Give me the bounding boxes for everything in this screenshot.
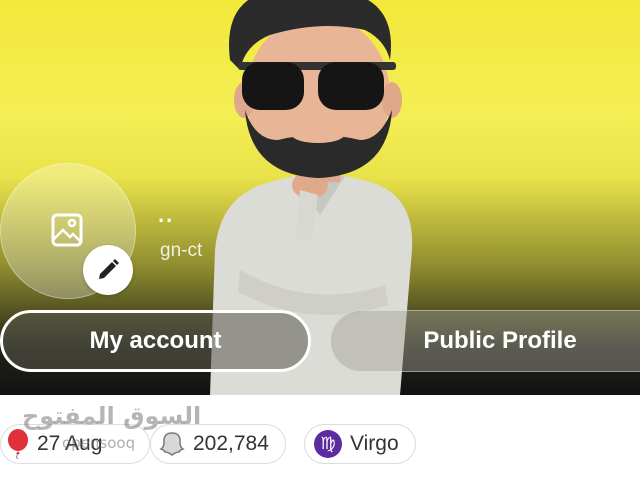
public-profile-button[interactable]: Public Profile	[330, 310, 640, 372]
watermark-logo-subtext: opensooq	[62, 434, 136, 452]
username: gn-ct	[160, 240, 203, 261]
balloon-icon	[8, 429, 28, 459]
image-icon	[51, 213, 83, 247]
snap-score-text: 202,784	[193, 432, 269, 455]
ghost-icon	[159, 432, 185, 456]
snap-score-chip[interactable]: 202,784	[150, 424, 286, 464]
virgo-icon: ♍	[314, 430, 342, 458]
edit-photo-button[interactable]	[83, 245, 133, 295]
profile-header: .. gn-ct My account Public Profile	[0, 0, 640, 395]
zodiac-text: Virgo	[350, 432, 399, 455]
pencil-icon	[99, 259, 119, 279]
my-account-button[interactable]: My account	[0, 310, 311, 372]
display-name: ..	[158, 202, 175, 227]
zodiac-chip[interactable]: ♍ Virgo	[304, 424, 416, 464]
watermark-logo-text: السوق المفتوح	[22, 402, 202, 430]
